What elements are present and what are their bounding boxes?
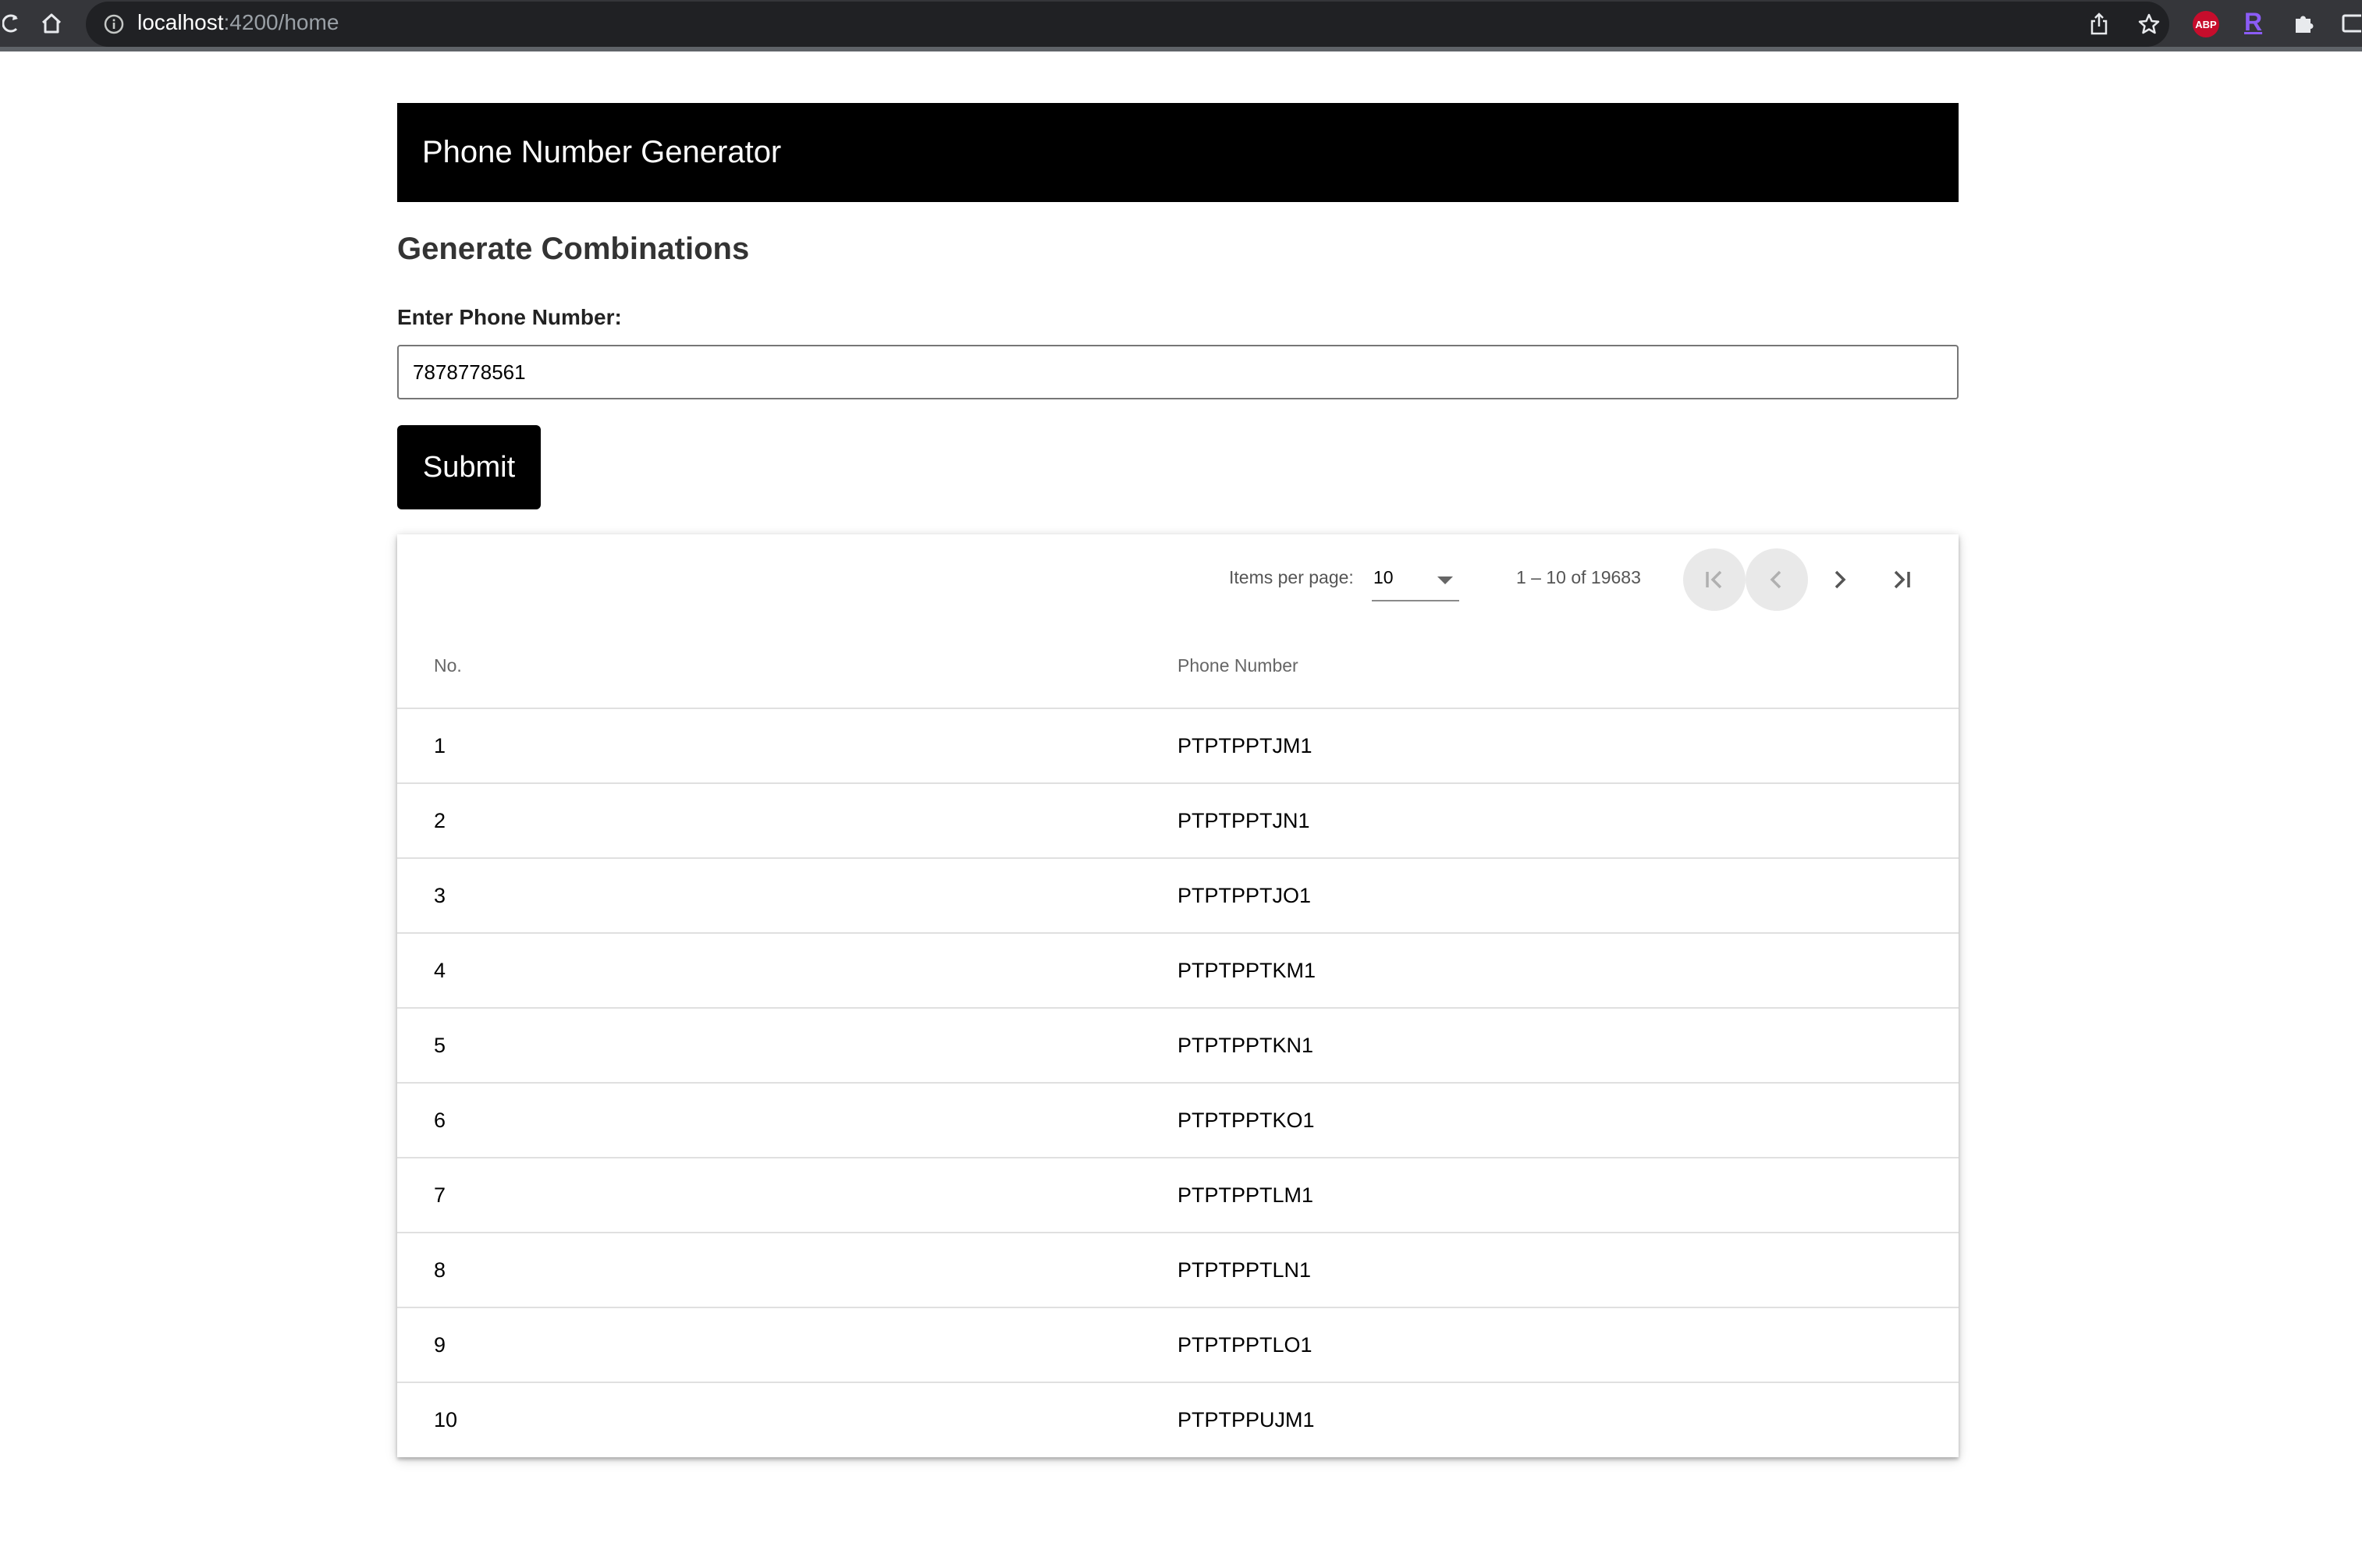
phone-number-cell: PTPTPPTKM1 bbox=[1177, 959, 1316, 982]
table-row: 7 PTPTPPTLM1 bbox=[397, 1157, 1959, 1232]
row-number-cell: 7 bbox=[434, 1183, 446, 1207]
row-number-cell: 4 bbox=[434, 959, 446, 982]
side-panel-icon[interactable] bbox=[2339, 0, 2362, 47]
phone-number-cell: PTPTPPTJM1 bbox=[1177, 734, 1312, 757]
chevron-left-icon bbox=[1770, 570, 1781, 589]
phone-input-label: Enter Phone Number: bbox=[397, 305, 622, 329]
section-title: Generate Combinations bbox=[397, 232, 750, 266]
previous-page-button[interactable] bbox=[1746, 548, 1808, 611]
row-number-cell: 6 bbox=[434, 1109, 446, 1132]
row-number-cell: 1 bbox=[434, 734, 446, 757]
reload-icon[interactable] bbox=[0, 0, 23, 47]
bookmark-star-icon[interactable] bbox=[2133, 2, 2165, 47]
column-header-phone-number: Phone Number bbox=[1177, 655, 1298, 676]
row-number-cell: 9 bbox=[434, 1333, 446, 1357]
table-row: 2 PTPTPPTJN1 bbox=[397, 782, 1959, 857]
last-page-button[interactable] bbox=[1870, 548, 1933, 611]
table-row: 5 PTPTPPTKN1 bbox=[397, 1007, 1959, 1082]
results-table-card: Items per page: 10 1 – 10 of 19683 No. P… bbox=[397, 534, 1959, 1457]
table-body: 1 PTPTPPTJM1 2 PTPTPPTJN1 3 PTPTPPTJO1 4 PTP… bbox=[397, 708, 1959, 1456]
app-header: Phone Number Generator bbox=[397, 103, 1959, 202]
app-title: Phone Number Generator bbox=[422, 135, 782, 169]
row-number-cell: 8 bbox=[434, 1258, 446, 1282]
home-icon[interactable] bbox=[34, 0, 69, 47]
r-extension-icon[interactable]: R bbox=[2244, 8, 2262, 37]
url-text: localhost:4200/home bbox=[137, 10, 339, 34]
row-number-cell: 2 bbox=[434, 809, 446, 832]
phone-number-cell: PTPTPPTKO1 bbox=[1177, 1109, 1315, 1132]
row-number-cell: 5 bbox=[434, 1034, 446, 1057]
site-info-icon[interactable] bbox=[101, 2, 126, 47]
last-page-icon bbox=[1894, 570, 1910, 589]
first-page-icon bbox=[1706, 570, 1722, 589]
browser-toolbar: localhost:4200/home ABP R bbox=[0, 0, 2362, 51]
table-row: 9 PTPTPPTLO1 bbox=[397, 1307, 1959, 1382]
phone-number-cell: PTPTPPTKN1 bbox=[1177, 1034, 1314, 1057]
extensions-puzzle-icon[interactable] bbox=[2288, 0, 2319, 47]
phone-number-cell: PTPTPPTLN1 bbox=[1177, 1258, 1312, 1282]
submit-button[interactable]: Submit bbox=[397, 425, 541, 509]
column-header-no: No. bbox=[434, 655, 462, 676]
chevron-right-icon bbox=[1835, 570, 1846, 589]
items-per-page-label: Items per page: bbox=[1229, 567, 1354, 587]
items-per-page-select[interactable]: 10 bbox=[1372, 558, 1459, 601]
share-icon[interactable] bbox=[2083, 2, 2115, 47]
address-bar[interactable]: localhost:4200/home bbox=[86, 2, 2169, 47]
first-page-button[interactable] bbox=[1683, 548, 1746, 611]
phone-number-cell: PTPTPPTLM1 bbox=[1177, 1183, 1314, 1207]
table-row: 6 PTPTPPTKO1 bbox=[397, 1082, 1959, 1157]
row-number-cell: 10 bbox=[434, 1408, 458, 1431]
next-page-button[interactable] bbox=[1808, 548, 1870, 611]
dropdown-arrow-icon bbox=[1437, 576, 1453, 584]
items-per-page-value: 10 bbox=[1373, 567, 1394, 587]
table-row: 10 PTPTPPUJM1 bbox=[397, 1382, 1959, 1456]
row-number-cell: 3 bbox=[434, 884, 446, 907]
adblock-extension-icon[interactable]: ABP bbox=[2193, 11, 2219, 37]
phone-number-cell: PTPTPPTLO1 bbox=[1177, 1333, 1312, 1357]
paginator: Items per page: 10 1 – 10 of 19683 bbox=[397, 534, 1959, 624]
table-row: 3 PTPTPPTJO1 bbox=[397, 857, 1959, 932]
phone-number-cell: PTPTPPTJN1 bbox=[1177, 809, 1310, 832]
phone-number-cell: PTPTPPTJO1 bbox=[1177, 884, 1312, 907]
phone-number-input[interactable] bbox=[397, 345, 1959, 399]
phone-number-cell: PTPTPPUJM1 bbox=[1177, 1408, 1315, 1431]
table-row: 8 PTPTPPTLN1 bbox=[397, 1232, 1959, 1307]
page-range-label: 1 – 10 of 19683 bbox=[1516, 567, 1641, 587]
table-row: 1 PTPTPPTJM1 bbox=[397, 708, 1959, 782]
table-row: 4 PTPTPPTKM1 bbox=[397, 932, 1959, 1007]
